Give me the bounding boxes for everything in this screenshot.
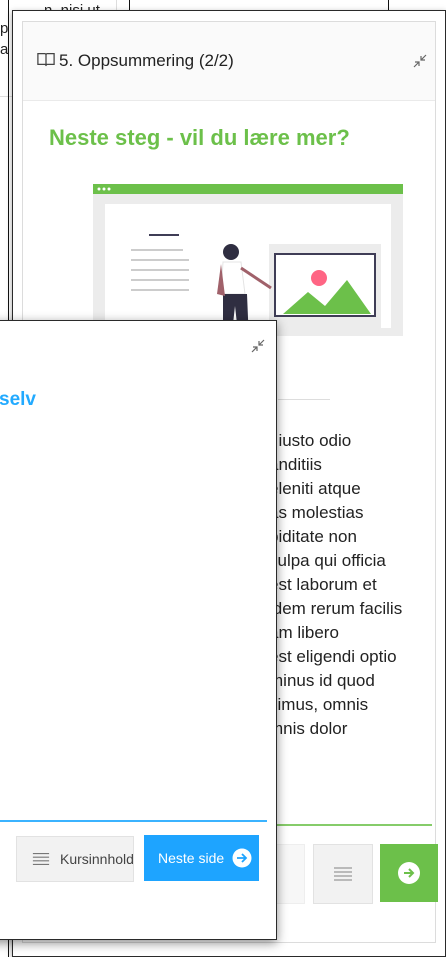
next-steps-heading: Neste steg - vil du lære mer? [49, 125, 350, 150]
list-icon [32, 853, 50, 865]
collapse-icon[interactable] [412, 53, 428, 69]
toc-button-label: Kursinnhold [60, 851, 134, 867]
back-button-partial[interactable] [273, 844, 305, 904]
summary-title: 5. Oppsummering (2/2) [59, 51, 234, 70]
divider-blue [0, 820, 267, 822]
next-button[interactable] [380, 844, 438, 902]
divider [278, 399, 330, 400]
toc-button[interactable]: Kursinnhold [16, 836, 134, 882]
arrow-right-circle-icon [232, 848, 252, 868]
next-page-button[interactable]: Neste side [144, 835, 259, 881]
book-open-icon [37, 52, 55, 67]
divider-green [256, 824, 432, 826]
toc-button[interactable] [313, 844, 373, 904]
self-assessment-window: selv Kursinnhold Neste side [0, 320, 277, 940]
arrow-right-circle-icon [398, 862, 420, 884]
collapse-icon[interactable] [250, 338, 266, 354]
next-page-button-label: Neste side [158, 850, 225, 866]
lorem-paragraph: t iusto odio anditiis eleniti atque as m… [269, 431, 403, 738]
list-icon [334, 867, 352, 881]
self-heading: selv [0, 389, 36, 410]
summary-header: 5. Oppsummering (2/2) [23, 22, 435, 101]
